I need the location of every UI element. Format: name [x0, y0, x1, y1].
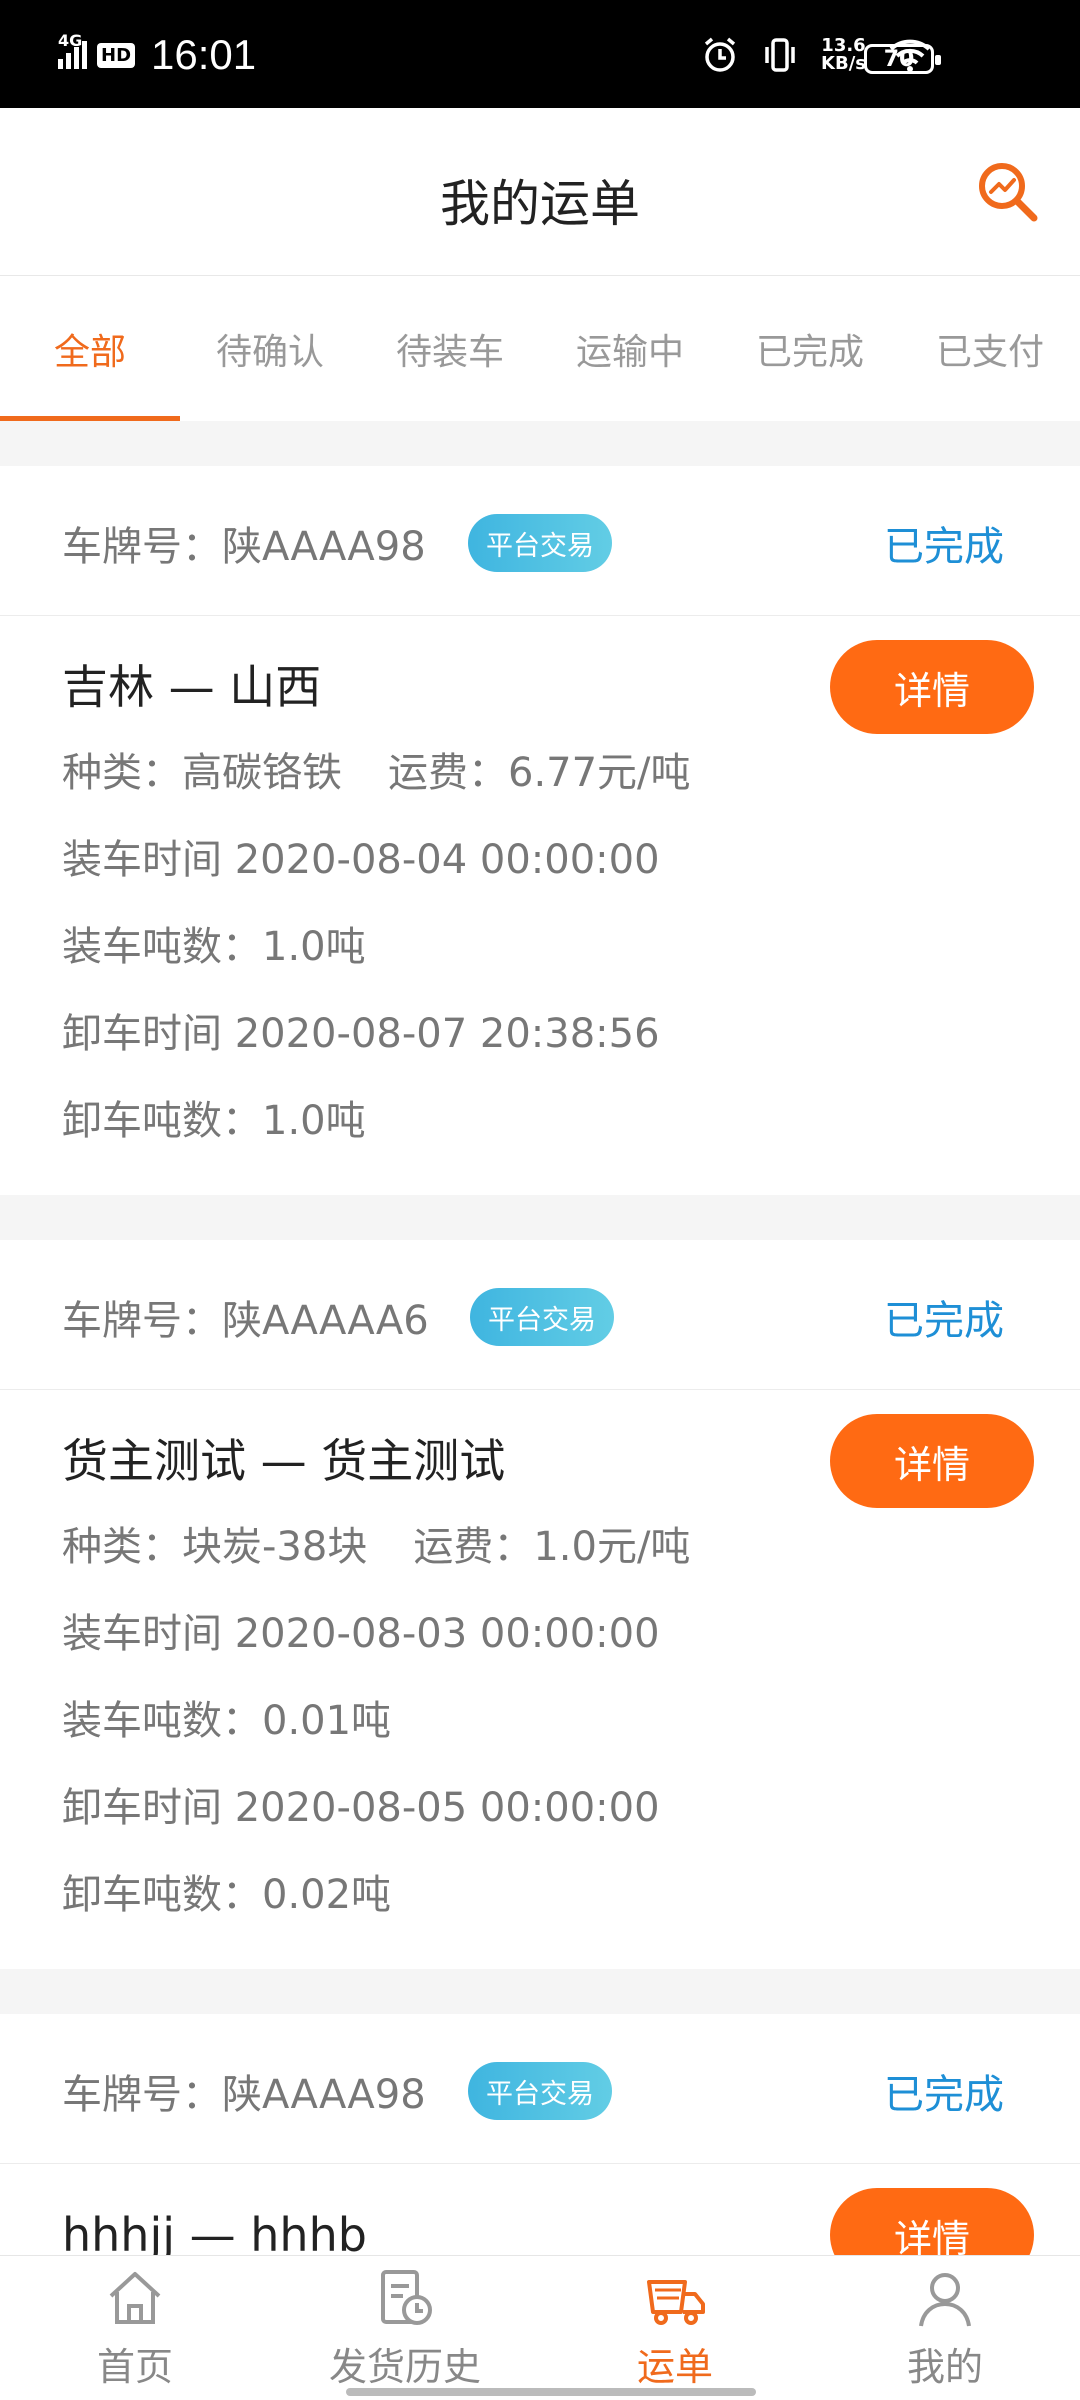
- order-card-header: 车牌号：陕AAAAA6 平台交易 已完成: [0, 1240, 1080, 1390]
- tab-in-transit[interactable]: 运输中: [540, 276, 720, 421]
- search-icon[interactable]: [972, 156, 1044, 228]
- nav-history[interactable]: 发货历史: [270, 2256, 540, 2400]
- freight-rate: 运费：1.0元/吨: [413, 1524, 691, 1570]
- page-title: 我的运单: [440, 175, 640, 233]
- load-tons: 装车吨数：0.01吨: [62, 1698, 392, 1744]
- category-freight-row: 种类：块炭-38块 运费：1.0元/吨: [62, 1504, 1018, 1591]
- hd-icon: HD: [97, 42, 136, 68]
- category-freight-row: 种类：高碳铬铁 运费：6.77元/吨: [62, 730, 1018, 817]
- nav-history-label: 发货历史: [328, 2345, 481, 2389]
- nav-home[interactable]: 首页: [0, 2256, 270, 2400]
- history-icon: [381, 2270, 432, 2325]
- clock: 16:01: [151, 31, 257, 78]
- freight-rate: 运费：6.77元/吨: [388, 750, 691, 796]
- battery-icon: 70: [864, 44, 941, 74]
- home-indicator[interactable]: [346, 2388, 756, 2396]
- nav-waybill[interactable]: 运单: [540, 2256, 810, 2400]
- unload-tons: 卸车吨数：0.02吨: [62, 1872, 392, 1918]
- network-type: 4G: [58, 31, 83, 50]
- detail-button[interactable]: 详情: [830, 1414, 1034, 1508]
- net-speed-unit: KB/s: [821, 53, 866, 74]
- load-time: 装车时间 2020-08-03 00:00:00: [62, 1611, 660, 1657]
- home-icon: [109, 2272, 161, 2324]
- tab-paid[interactable]: 已支付: [900, 276, 1080, 421]
- order-list: 车牌号：陕AAAA98 平台交易 已完成 吉林 — 山西 种类：高碳铬铁 运费：6…: [0, 421, 1080, 2308]
- order-card-body: 货主测试 — 货主测试 种类：块炭-38块 运费：1.0元/吨 装车时间 2020…: [0, 1390, 1080, 1969]
- tab-pending-load[interactable]: 待装车: [360, 276, 540, 421]
- status-tabs: 全部 待确认 待装车 运输中 已完成 已支付: [0, 276, 1080, 421]
- bottom-nav: 首页 发货历史 运单 我的: [0, 2255, 1080, 2400]
- cargo-category: 种类：块炭-38块: [62, 1524, 368, 1570]
- app-header: 我的运单: [0, 108, 1080, 276]
- plate-number: 车牌号：陕AAAA98: [62, 2072, 426, 2118]
- status-left: 4G HD 16:01: [58, 30, 256, 80]
- signal-icon: 4G: [58, 31, 87, 69]
- tab-all[interactable]: 全部: [0, 276, 180, 421]
- battery-level: 70: [883, 46, 915, 72]
- trade-type-badge: 平台交易: [468, 514, 612, 572]
- order-card-header: 车牌号：陕AAAA98 平台交易 已完成: [0, 2014, 1080, 2164]
- tab-completed[interactable]: 已完成: [720, 276, 900, 421]
- trade-type-badge: 平台交易: [470, 1288, 614, 1346]
- tab-pending-confirm[interactable]: 待确认: [180, 276, 360, 421]
- net-speed: 13.6 KB/s: [821, 37, 866, 73]
- unload-tons: 卸车吨数：1.0吨: [62, 1098, 366, 1144]
- vibrate-icon: [765, 38, 795, 72]
- load-tons: 装车吨数：1.0吨: [62, 924, 366, 970]
- status-bar: 4G HD 16:01 13.6 KB/s 70: [0, 0, 1080, 108]
- user-icon: [919, 2273, 971, 2327]
- load-time: 装车时间 2020-08-04 00:00:00: [62, 837, 660, 883]
- trade-type-badge: 平台交易: [468, 2062, 612, 2120]
- order-status: 已完成: [884, 2072, 1004, 2118]
- plate-number: 车牌号：陕AAAA98: [62, 524, 426, 570]
- plate-number: 车牌号：陕AAAAA6: [62, 1298, 429, 1344]
- nav-mine-label: 我的: [906, 2345, 983, 2389]
- unload-time: 卸车时间 2020-08-07 20:38:56: [62, 1011, 660, 1057]
- detail-button[interactable]: 详情: [830, 640, 1034, 734]
- nav-waybill-label: 运单: [636, 2345, 713, 2389]
- nav-home-label: 首页: [96, 2345, 173, 2389]
- unload-time: 卸车时间 2020-08-05 00:00:00: [62, 1785, 660, 1831]
- order-status: 已完成: [884, 1298, 1004, 1344]
- cargo-category: 种类：高碳铬铁: [62, 750, 342, 796]
- truck-icon: [647, 2280, 705, 2325]
- order-card-body: 吉林 — 山西 种类：高碳铬铁 运费：6.77元/吨 装车时间 2020-08-0…: [0, 616, 1080, 1195]
- order-card[interactable]: 车牌号：陕AAAA98 平台交易 已完成 吉林 — 山西 种类：高碳铬铁 运费：6…: [0, 466, 1080, 1195]
- nav-mine[interactable]: 我的: [810, 2256, 1080, 2400]
- order-status: 已完成: [884, 524, 1004, 570]
- alarm-icon: [704, 37, 736, 72]
- order-card-header: 车牌号：陕AAAA98 平台交易 已完成: [0, 466, 1080, 616]
- order-card[interactable]: 车牌号：陕AAAAA6 平台交易 已完成 货主测试 — 货主测试 种类：块炭-3…: [0, 1240, 1080, 1969]
